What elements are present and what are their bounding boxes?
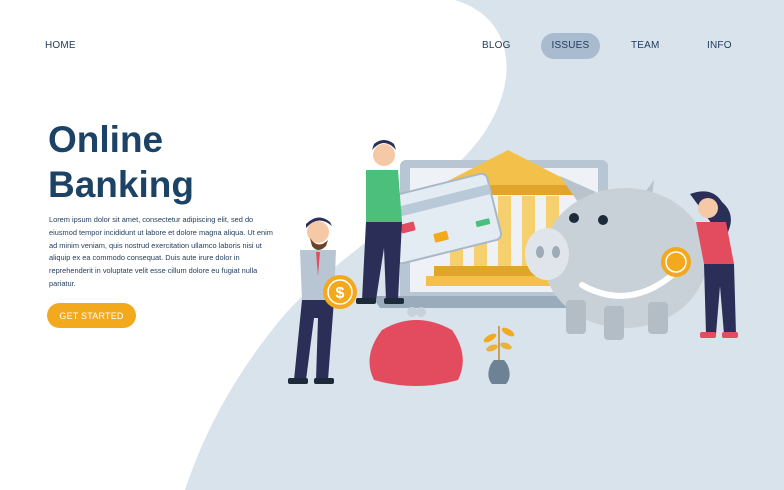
nav-issues[interactable]: ISSUES: [541, 33, 600, 59]
man-with-coin-figure: $: [288, 217, 357, 384]
nav-team[interactable]: TEAM: [631, 36, 660, 56]
online-banking-illustration: $: [288, 140, 738, 386]
plant-icon: [483, 326, 515, 384]
coin-dollar-symbol: $: [336, 285, 345, 302]
get-started-button[interactable]: GET STARTED: [47, 303, 136, 328]
purse-icon: [369, 307, 463, 386]
title-line-2: Banking: [48, 164, 194, 205]
man-holding-card-figure: [356, 140, 404, 304]
nav-home[interactable]: HOME: [45, 36, 76, 56]
top-nav: HOME BLOG ISSUES TEAM INFO: [0, 33, 784, 59]
page-title: Online Banking: [48, 117, 308, 207]
nav-info[interactable]: INFO: [707, 36, 732, 56]
nav-blog[interactable]: BLOG: [482, 36, 511, 56]
title-line-1: Online: [48, 119, 164, 160]
hero-description: Lorem ipsum dolor sit amet, consectetur …: [49, 215, 273, 288]
